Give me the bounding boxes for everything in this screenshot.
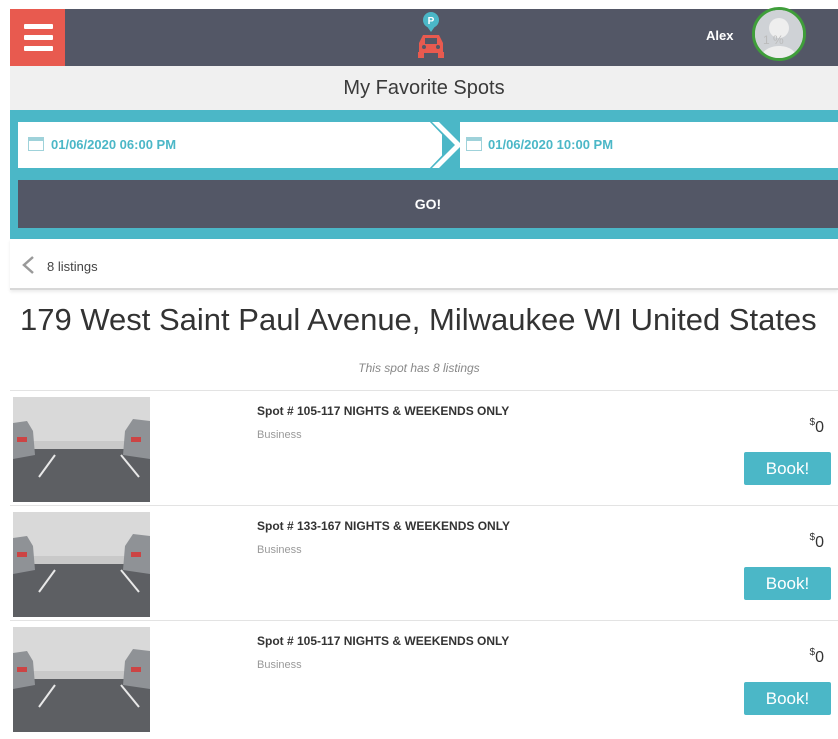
page-title: My Favorite Spots bbox=[10, 66, 838, 110]
start-date-value: 01/06/2020 06:00 PM bbox=[51, 137, 177, 152]
user-avatar[interactable]: 1 % bbox=[752, 7, 806, 61]
price-value: 0 bbox=[815, 534, 824, 551]
currency-symbol: $ bbox=[809, 647, 816, 658]
end-date-field[interactable]: 01/06/2020 10:00 PM bbox=[460, 122, 838, 168]
listings-bar: 8 listings bbox=[10, 239, 838, 290]
spot-title[interactable]: Spot # 105-117 NIGHTS & WEEKENDS ONLY bbox=[257, 404, 509, 418]
currency-symbol: $ bbox=[809, 532, 816, 543]
chevron-left-icon[interactable] bbox=[20, 255, 36, 275]
end-date-value: 01/06/2020 10:00 PM bbox=[488, 137, 614, 152]
book-button[interactable]: Book! bbox=[744, 452, 831, 485]
book-button[interactable]: Book! bbox=[744, 567, 831, 600]
user-name[interactable]: Alex bbox=[706, 28, 733, 43]
parking-spot-photo bbox=[13, 627, 150, 732]
calendar-icon bbox=[28, 137, 44, 151]
spot-list-item[interactable]: Spot # 105-117 NIGHTS & WEEKENDS ONLY Bu… bbox=[10, 620, 838, 739]
logo-pin-letter: P bbox=[428, 16, 435, 27]
parking-spot-photo bbox=[13, 397, 150, 502]
start-date-field[interactable]: 01/06/2020 06:00 PM bbox=[18, 122, 442, 168]
spot-title[interactable]: Spot # 105-117 NIGHTS & WEEKENDS ONLY bbox=[257, 634, 509, 648]
avatar-silhouette-icon: 1 % bbox=[755, 10, 803, 58]
spot-price: $0 bbox=[809, 647, 824, 667]
calendar-icon bbox=[466, 137, 482, 151]
spot-price: $0 bbox=[809, 532, 824, 552]
price-value: 0 bbox=[815, 419, 824, 436]
top-navigation-bar: P Alex 1 % bbox=[10, 7, 838, 66]
parking-spot-photo bbox=[13, 512, 150, 617]
spot-type: Business bbox=[257, 659, 302, 671]
avatar-initials: 1 % bbox=[763, 33, 784, 47]
spot-list-item[interactable]: Spot # 105-117 NIGHTS & WEEKENDS ONLY Bu… bbox=[10, 390, 838, 509]
date-search-panel: 01/06/2020 06:00 PM 01/06/2020 10:00 PM … bbox=[10, 110, 838, 239]
currency-symbol: $ bbox=[809, 417, 816, 428]
spot-type: Business bbox=[257, 544, 302, 556]
spot-price: $0 bbox=[809, 417, 824, 437]
price-value: 0 bbox=[815, 649, 824, 666]
listings-subtitle: This spot has 8 listings bbox=[358, 361, 480, 375]
go-button[interactable]: GO! bbox=[18, 180, 838, 228]
location-address: 179 West Saint Paul Avenue, Milwaukee WI… bbox=[20, 302, 817, 337]
spot-list-item[interactable]: Spot # 133-167 NIGHTS & WEEKENDS ONLY Bu… bbox=[10, 505, 838, 624]
spot-type: Business bbox=[257, 429, 302, 441]
book-button[interactable]: Book! bbox=[744, 682, 831, 715]
listings-count[interactable]: 8 listings bbox=[47, 259, 98, 274]
hamburger-menu-icon[interactable] bbox=[10, 9, 65, 66]
parking-car-logo-icon[interactable]: P bbox=[413, 11, 449, 61]
spot-title[interactable]: Spot # 133-167 NIGHTS & WEEKENDS ONLY bbox=[257, 519, 510, 533]
